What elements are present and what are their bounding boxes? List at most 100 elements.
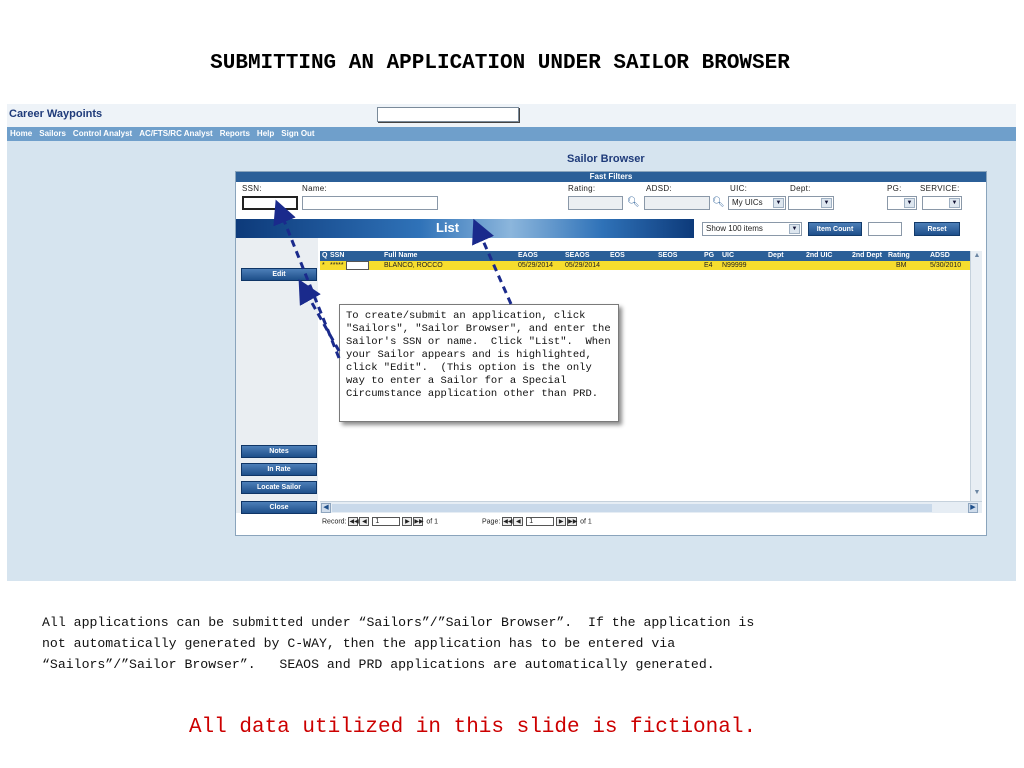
page-of: of 1 bbox=[580, 518, 592, 526]
col-eaos[interactable]: EAOS bbox=[518, 251, 538, 261]
item-count-button[interactable]: Item Count bbox=[808, 222, 862, 236]
cell-pg: E4 bbox=[704, 262, 713, 269]
pg-select[interactable]: ▼ bbox=[887, 196, 917, 210]
col-q[interactable]: Q bbox=[322, 251, 327, 261]
page-input[interactable]: 1 bbox=[526, 517, 555, 526]
nav-help[interactable]: Help bbox=[254, 127, 278, 141]
pager-first-icon[interactable]: ◀◀ bbox=[348, 517, 359, 526]
nav-ac-fts-rc-analyst[interactable]: AC/FTS/RC Analyst bbox=[136, 127, 217, 141]
pager-prev-icon[interactable]: ◀ bbox=[359, 517, 370, 526]
dropdown-arrow-icon: ▼ bbox=[904, 198, 915, 208]
col-rating[interactable]: Rating bbox=[888, 251, 910, 261]
horizontal-scrollbar[interactable]: ◀ ▶ bbox=[320, 501, 982, 513]
body-text: All applications can be submitted under … bbox=[42, 612, 1002, 675]
uic-select[interactable]: My UICs ▼ bbox=[728, 196, 786, 210]
pager-next-icon[interactable]: ▶ bbox=[402, 517, 413, 526]
pager-last-icon[interactable]: ▶▶ bbox=[567, 517, 577, 526]
pg-label: PG: bbox=[887, 184, 902, 193]
page-label: Page: bbox=[482, 518, 501, 526]
cell-rating: BM bbox=[896, 262, 907, 269]
dropdown-arrow-icon: ▼ bbox=[773, 198, 784, 208]
grid-header: Q SSN Full Name EAOS SEAOS EOS SEOS PG U… bbox=[320, 251, 970, 261]
adsd-input[interactable] bbox=[644, 196, 710, 210]
nav-reports[interactable]: Reports bbox=[217, 127, 254, 141]
col-dept[interactable]: Dept bbox=[768, 251, 784, 261]
adsd-label: ADSD: bbox=[646, 184, 672, 193]
cell-q: * bbox=[322, 262, 325, 269]
service-label: SERVICE: bbox=[920, 184, 960, 193]
in-rate-button[interactable]: In Rate bbox=[241, 463, 317, 476]
scroll-arrow-icon[interactable]: ▼ bbox=[972, 489, 982, 499]
name-label: Name: bbox=[302, 184, 328, 193]
col-eos[interactable]: EOS bbox=[610, 251, 625, 261]
record-of: of 1 bbox=[426, 518, 439, 526]
col-ssn[interactable]: SSN bbox=[330, 251, 344, 261]
col-uic[interactable]: UIC bbox=[722, 251, 734, 261]
col-pg[interactable]: PG bbox=[704, 251, 714, 261]
magnifier-icon[interactable]: 🔍︎ bbox=[627, 197, 640, 209]
nav-control-analyst[interactable]: Control Analyst bbox=[70, 127, 136, 141]
body-line-2: not automatically generated by C-WAY, th… bbox=[42, 636, 676, 651]
record-label: Record: bbox=[322, 518, 347, 526]
name-input[interactable] bbox=[302, 196, 438, 210]
scroll-arrow-icon[interactable]: ▶ bbox=[968, 503, 978, 513]
scroll-thumb[interactable] bbox=[332, 504, 932, 512]
main-nav: Home Sailors Control Analyst AC/FTS/RC A… bbox=[7, 127, 1016, 141]
nav-home[interactable]: Home bbox=[7, 127, 36, 141]
ssn-redaction-box bbox=[346, 261, 369, 270]
cell-eaos: 05/29/2014 bbox=[518, 262, 554, 269]
show-items-value: Show 100 items bbox=[706, 224, 763, 233]
top-search-input[interactable] bbox=[377, 107, 519, 122]
page-pager: Page: ◀◀ ◀ 1 ▶ ▶▶ of 1 bbox=[482, 517, 592, 526]
instruction-callout: To create/submit an application, click "… bbox=[339, 304, 619, 422]
item-count-input[interactable] bbox=[868, 222, 902, 236]
dept-label: Dept: bbox=[790, 184, 811, 193]
record-input[interactable]: 1 bbox=[372, 517, 401, 526]
cell-ssn: ***** bbox=[330, 262, 344, 269]
table-row[interactable]: * ***** BLANCO, ROCCO 05/29/2014 05/29/2… bbox=[320, 261, 970, 270]
col-seaos[interactable]: SEAOS bbox=[565, 251, 590, 261]
col-2nd-uic[interactable]: 2nd UIC bbox=[806, 251, 832, 261]
scroll-arrow-icon[interactable]: ▲ bbox=[972, 252, 982, 262]
pager-prev-icon[interactable]: ◀ bbox=[513, 517, 524, 526]
reset-button[interactable]: Reset bbox=[914, 222, 960, 236]
col-seos[interactable]: SEOS bbox=[658, 251, 677, 261]
pager-next-icon[interactable]: ▶ bbox=[556, 517, 567, 526]
fast-filters-bar: Fast Filters bbox=[236, 172, 986, 182]
slide-title: SUBMITTING AN APPLICATION UNDER SAILOR B… bbox=[210, 52, 790, 75]
side-actions: Edit Notes In Rate Locate Sailor Close bbox=[236, 238, 318, 514]
close-button[interactable]: Close bbox=[241, 501, 317, 514]
locate-sailor-button[interactable]: Locate Sailor bbox=[241, 481, 317, 494]
notes-button[interactable]: Notes bbox=[241, 445, 317, 458]
show-items-select[interactable]: Show 100 items ▼ bbox=[702, 222, 802, 236]
pager-first-icon[interactable]: ◀◀ bbox=[502, 517, 512, 526]
app-screenshot: Career Waypoints Home Sailors Control An… bbox=[7, 104, 1016, 581]
dept-select[interactable]: ▼ bbox=[788, 196, 834, 210]
pager-last-icon[interactable]: ▶▶ bbox=[413, 517, 424, 526]
vertical-scrollbar[interactable]: ▲ ▼ bbox=[970, 251, 982, 506]
cell-adsd: 5/30/2010 bbox=[930, 262, 962, 269]
col-adsd[interactable]: ADSD bbox=[930, 251, 950, 261]
nav-sign-out[interactable]: Sign Out bbox=[278, 127, 318, 141]
dropdown-arrow-icon: ▼ bbox=[821, 198, 832, 208]
cell-full-name: BLANCO, ROCCO bbox=[384, 262, 443, 269]
rating-label: Rating: bbox=[568, 184, 596, 193]
uic-label: UIC: bbox=[730, 184, 748, 193]
scroll-arrow-icon[interactable]: ◀ bbox=[321, 503, 331, 513]
dropdown-arrow-icon: ▼ bbox=[789, 224, 800, 234]
service-select[interactable]: ▼ bbox=[922, 196, 962, 210]
ssn-input[interactable] bbox=[242, 196, 298, 210]
edit-button[interactable]: Edit bbox=[241, 268, 317, 281]
col-2nd-dept[interactable]: 2nd Dept bbox=[852, 251, 882, 261]
list-label: List bbox=[436, 220, 460, 235]
magnifier-icon[interactable]: 🔍︎ bbox=[712, 197, 725, 209]
nav-sailors[interactable]: Sailors bbox=[36, 127, 70, 141]
col-full-name[interactable]: Full Name bbox=[384, 251, 417, 261]
app-logo: Career Waypoints bbox=[9, 108, 103, 120]
cell-seaos: 05/29/2014 bbox=[565, 262, 601, 269]
body-line-1: All applications can be submitted under … bbox=[42, 615, 755, 630]
rating-input[interactable] bbox=[568, 196, 623, 210]
list-button[interactable]: List bbox=[236, 219, 694, 238]
app-header: Career Waypoints bbox=[7, 104, 1016, 127]
panel-title: Sailor Browser bbox=[567, 153, 645, 165]
